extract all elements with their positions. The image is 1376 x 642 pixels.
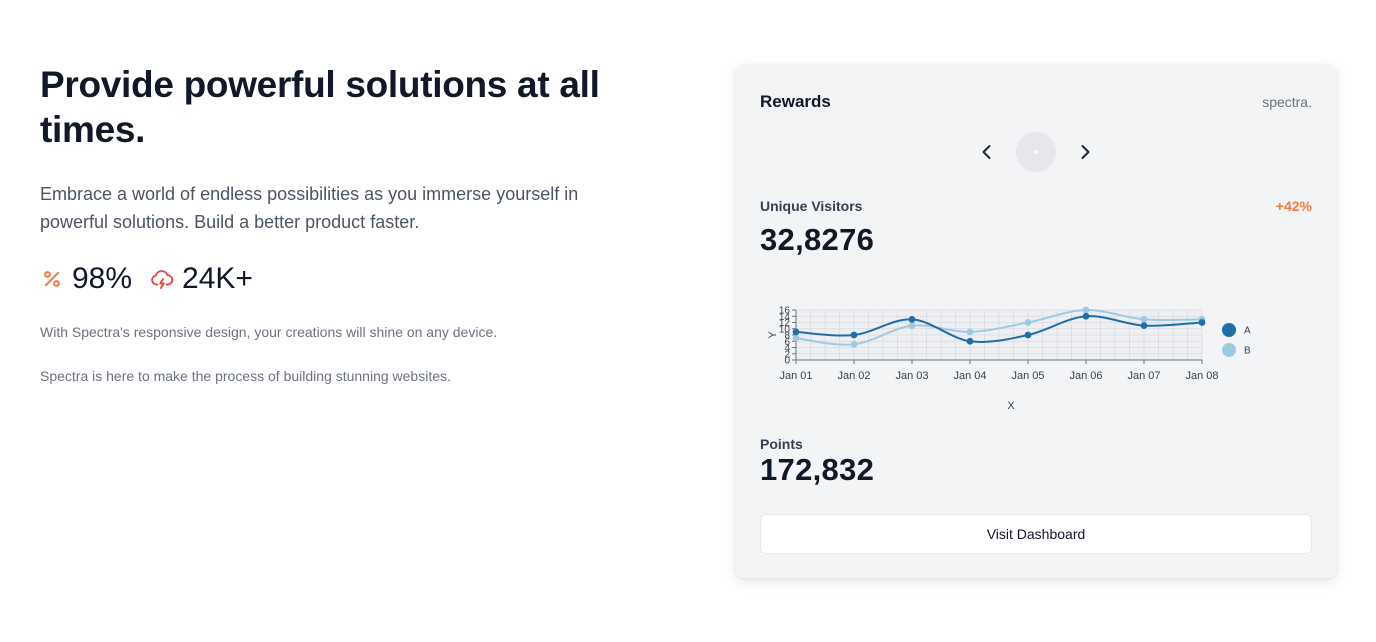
points-label: Points — [760, 436, 803, 452]
carousel-prev-button[interactable] — [976, 141, 998, 163]
data-point-a — [850, 331, 858, 339]
data-point-b — [1140, 315, 1148, 323]
data-point-a — [1198, 319, 1206, 326]
data-point-a — [908, 315, 916, 323]
x-tick-label: Jan 08 — [1185, 370, 1218, 382]
card-title: Rewards — [760, 92, 831, 111]
carousel-slide-indicator[interactable] — [1016, 132, 1056, 172]
data-point-b — [908, 322, 916, 330]
cloud-lightning-icon — [150, 267, 174, 291]
hero-section: Provide powerful solutions at all times.… — [40, 62, 640, 386]
hero-lead: Embrace a world of endless possibilities… — [40, 184, 579, 232]
x-axis-title: X — [1007, 400, 1015, 412]
visitors-line-chart: 0246810121416Jan 01 Jan 02 Jan 03 Jan 04 Jan… — [767, 306, 1251, 413]
legend-swatch-b — [1222, 343, 1236, 357]
stat-users-value: 24K+ — [182, 262, 253, 295]
y-axis-title: Y — [767, 331, 779, 339]
data-point-b — [966, 328, 974, 336]
hero-headline: Provide powerful solutions at all times. — [40, 64, 600, 150]
stats-row: 98% 24K+ — [40, 262, 640, 296]
percent-icon — [40, 267, 64, 291]
legend-label-a: A — [1244, 326, 1251, 337]
x-tick-label: Jan 04 — [953, 370, 986, 382]
legend-label-b: B — [1244, 346, 1251, 357]
carousel — [976, 131, 1096, 173]
data-point-a — [966, 337, 974, 345]
carousel-next-button[interactable] — [1074, 141, 1096, 163]
x-tick-label: Jan 07 — [1127, 370, 1160, 382]
stat-satisfaction: 98% — [40, 262, 132, 296]
visit-dashboard-button[interactable]: Visit Dashboard — [760, 514, 1312, 554]
chevron-left-icon — [982, 145, 991, 159]
unique-visitors-label: Unique Visitors — [760, 198, 863, 214]
unique-visitors-value: 32,8276 — [760, 222, 875, 257]
x-tick-label: Jan 06 — [1069, 370, 1102, 382]
growth-badge: +42% — [1275, 198, 1312, 214]
data-point-b — [1082, 306, 1090, 314]
data-point-b — [1024, 319, 1032, 326]
data-point-a — [1140, 322, 1148, 330]
x-tick-label: Jan 02 — [837, 370, 870, 382]
y-tick-label: 16 — [779, 306, 791, 317]
feature-note: Spectra is here to make the process of b… — [40, 368, 451, 384]
data-point-a — [1082, 312, 1090, 320]
rewards-card: Rewards spectra. Unique Visitors +42% 32… — [736, 64, 1336, 578]
x-tick-label: Jan 03 — [895, 370, 928, 382]
feature-note: With Spectra's responsive design, your c… — [40, 324, 498, 340]
chevron-right-icon — [1081, 145, 1090, 159]
data-point-a — [1024, 331, 1032, 339]
data-point-b — [850, 340, 858, 348]
data-point-b — [792, 334, 800, 342]
stat-users: 24K+ — [150, 262, 253, 296]
legend-swatch-a — [1222, 323, 1236, 337]
x-tick-label: Jan 05 — [1011, 370, 1044, 382]
stat-satisfaction-value: 98% — [72, 262, 133, 295]
x-tick-label: Jan 01 — [779, 370, 812, 382]
points-value: 172,832 — [760, 452, 875, 487]
data-point-a — [792, 328, 800, 336]
brand-logo: spectra. — [1262, 94, 1312, 110]
